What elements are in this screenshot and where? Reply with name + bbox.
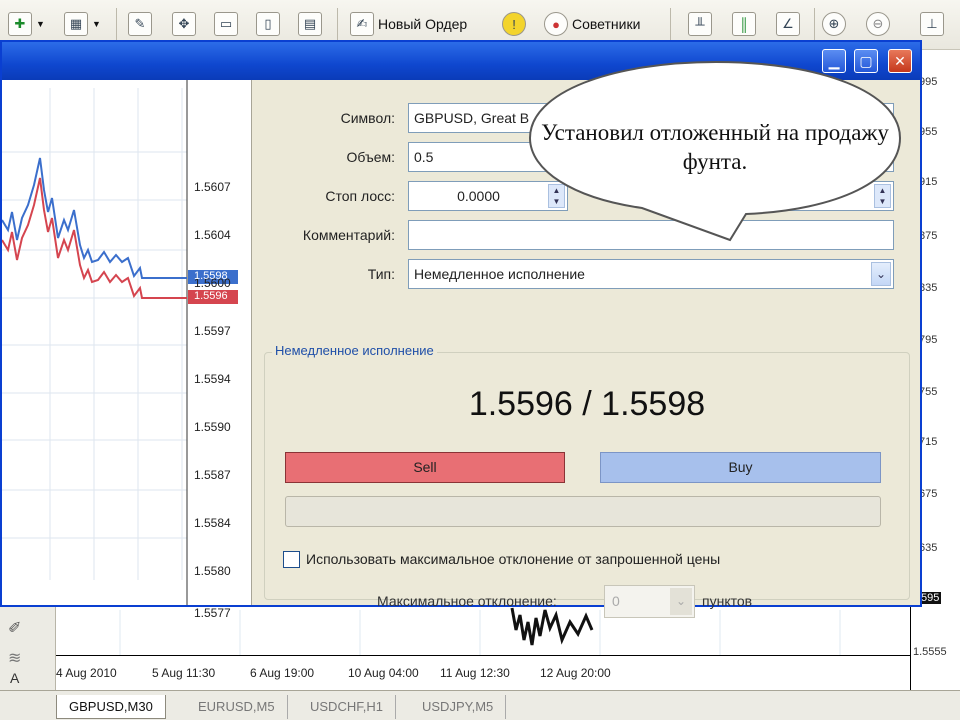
deviation-checkbox[interactable] [283, 551, 300, 568]
status-bar [285, 496, 881, 527]
market-watch-button[interactable]: ✎ [128, 9, 152, 39]
candle-chart-button[interactable]: ║ [732, 9, 756, 39]
zoom-out-icon: ⊖ [866, 12, 890, 36]
expert-advisors-button[interactable]: ● Советники [544, 9, 640, 39]
price-label: 1.5607 [194, 180, 231, 194]
price-label: 1.5587 [194, 468, 231, 482]
navigator-icon: ✥ [172, 12, 196, 36]
chart-shift-icon: ⊥ [920, 12, 944, 36]
price-series [510, 607, 594, 646]
alert-button[interactable]: ! [502, 9, 526, 39]
chevron-down-icon: ▼ [92, 19, 101, 29]
terminal-button[interactable]: ▭ [214, 9, 238, 39]
new-order-button[interactable]: ✍ Новый Ордер [350, 9, 467, 39]
bid-price-tag: 1.5596 [194, 290, 228, 302]
stoploss-label: Стоп лосс: [325, 188, 395, 204]
advisors-label: Советники [572, 16, 641, 32]
bid-ask-prices: 1.5596 / 1.5598 [468, 385, 706, 423]
chevron-down-icon: ▼ [36, 19, 45, 29]
price-label: 1.5590 [194, 420, 231, 434]
text-tool[interactable]: A [10, 670, 19, 686]
price-label: 1.5604 [194, 228, 231, 242]
price-label: 1.5577 [194, 606, 231, 620]
new-chart-button[interactable]: ✚ ▼ [8, 9, 45, 39]
buy-button[interactable]: Buy [600, 452, 881, 483]
zoom-out-button[interactable]: ⊖ [866, 9, 890, 39]
comment-label: Комментарий: [302, 227, 395, 243]
sell-button[interactable]: Sell [285, 452, 565, 483]
max-deviation-input[interactable]: 0 ⌄ [604, 585, 695, 618]
toolbar-separator [337, 8, 338, 40]
speech-bubble-text: Установил отложенный на продажу фунта. [541, 120, 889, 174]
max-deviation-value: 0 [612, 593, 620, 609]
time-label: 10 Aug 04:00 [348, 666, 419, 680]
strategy-tester-button[interactable]: ▯ [256, 9, 280, 39]
toolbar-separator [814, 8, 815, 40]
advisors-icon: ● [544, 12, 568, 36]
terminal-icon: ▭ [214, 12, 238, 36]
tab-usdchf-h1[interactable]: USDCHF,H1 [298, 695, 396, 719]
symbol-value: GBPUSD, Great B [414, 110, 530, 126]
toolbar-separator [670, 8, 671, 40]
deviation-checkbox-label[interactable]: Использовать максимальное отклонение от … [306, 551, 720, 567]
warning-icon: ! [502, 12, 526, 36]
axis-label: 1.5555 [913, 646, 947, 658]
tester-icon: ▯ [256, 12, 280, 36]
points-label: пунктов [702, 593, 753, 609]
time-label: 4 Aug 2010 [56, 666, 117, 680]
new-order-icon: ✍ [350, 12, 374, 36]
tick-chart: 1.5607 1.5604 1.5600 1.5597 1.5594 1.559… [2, 80, 252, 620]
price-label: 1.5597 [194, 324, 231, 338]
zoom-in-icon: ⊕ [822, 12, 846, 36]
time-label: 12 Aug 20:00 [540, 666, 611, 680]
drawing-icon[interactable]: ✐ [8, 618, 21, 638]
tab-gbpusd-m30[interactable]: GBPUSD,M30 [56, 695, 166, 719]
line-chart-icon: ∠ [776, 12, 800, 36]
execution-group-title: Немедленное исполнение [272, 343, 437, 358]
volume-value: 0.5 [414, 149, 434, 165]
new-order-label: Новый Ордер [378, 16, 468, 32]
ask-price-tag: 1.5598 [194, 270, 228, 282]
history-icon: ▤ [298, 12, 322, 36]
chevron-down-icon[interactable]: ⌄ [670, 588, 692, 615]
symbol-label: Символ: [340, 110, 395, 126]
tab-eurusd-m5[interactable]: EURUSD,M5 [186, 695, 288, 719]
order-type-value: Немедленное исполнение [414, 266, 585, 282]
price-label: 1.5580 [194, 564, 231, 578]
price-label: 1.5594 [194, 372, 231, 386]
stoploss-value: 0.0000 [457, 188, 500, 204]
new-chart-icon: ✚ [8, 12, 32, 36]
tab-usdjpy-m5[interactable]: USDJPY,M5 [410, 695, 507, 719]
time-label: 5 Aug 11:30 [152, 666, 216, 680]
max-deviation-label: Максимальное отклонение: [377, 593, 557, 609]
chevron-down-icon[interactable]: ⌄ [871, 262, 891, 286]
chart-shift-button[interactable]: ⊥ [920, 9, 944, 39]
candlestick-icon: ║ [732, 12, 756, 36]
bar-chart-button[interactable]: ╨ [688, 9, 712, 39]
zoom-in-button[interactable]: ⊕ [822, 9, 846, 39]
market-watch-icon: ✎ [128, 12, 152, 36]
type-label: Тип: [367, 266, 395, 282]
price-label: 1.5584 [194, 516, 231, 530]
history-button[interactable]: ▤ [298, 9, 322, 39]
current-price-tag: 595 [919, 592, 942, 604]
line-chart-button[interactable]: ∠ [776, 9, 800, 39]
profiles-button[interactable]: ▦ ▼ [64, 9, 101, 39]
volume-label: Объем: [346, 149, 396, 165]
terminal-window: ✚ ▼ ▦ ▼ ✎ ✥ ▭ ▯ ▤ ✍ Новый Ордер ! ● Сове… [0, 0, 960, 720]
drawing-tools-strip: ✐ ≋ A [0, 600, 56, 690]
fibonacci-icon[interactable]: ≋ [8, 648, 21, 668]
time-label: 11 Aug 12:30 [440, 666, 510, 680]
chart-tabs: GBPUSD,M30 EURUSD,M5 USDCHF,H1 USDJPY,M5 [0, 690, 960, 720]
bar-chart-icon: ╨ [688, 12, 712, 36]
toolbar-separator [116, 8, 117, 40]
profiles-icon: ▦ [64, 12, 88, 36]
time-label: 6 Aug 19:00 [250, 666, 315, 680]
order-type-select[interactable]: Немедленное исполнение ⌄ [408, 259, 894, 289]
time-axis: 4 Aug 2010 5 Aug 11:30 6 Aug 19:00 10 Au… [56, 655, 910, 685]
navigator-button[interactable]: ✥ [172, 9, 196, 39]
